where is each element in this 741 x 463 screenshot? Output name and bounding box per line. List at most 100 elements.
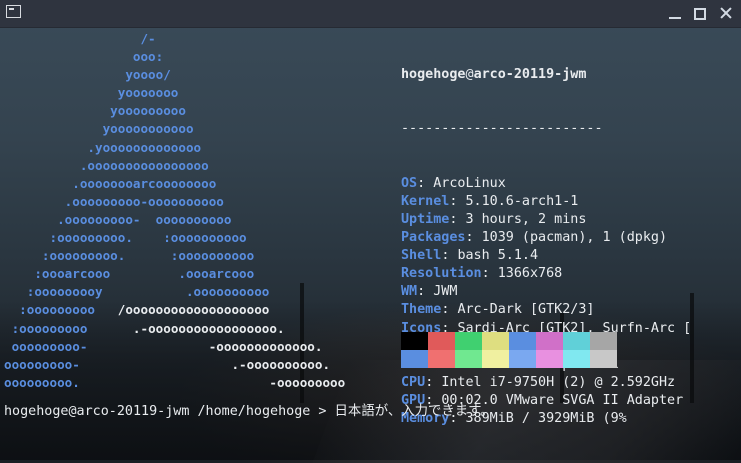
color-swatch — [509, 350, 536, 368]
info-value: 5.10.6-arch1-1 — [465, 193, 579, 209]
logo-line: ooooooooo- .-oooooooooo. — [4, 357, 330, 372]
logo-segment: -ooooooooo — [269, 374, 346, 390]
logo-line: ooooooooo- -ooooooooooooo. — [4, 338, 323, 354]
info-key: Kernel — [401, 193, 450, 209]
terminal-icon[interactable] — [6, 5, 21, 18]
title-bar[interactable] — [0, 0, 741, 28]
color-swatch — [482, 332, 509, 350]
info-row: Theme: Arc-Dark [GTK2/3] — [401, 301, 691, 319]
info-row: WM: JWM — [401, 283, 691, 301]
logo-line: ooo: — [4, 49, 163, 64]
info-row: CPU: Intel i7-9750H (2) @ 2.592GHz — [401, 374, 691, 392]
username: hogehoge — [401, 67, 466, 83]
logo-segment: .yooooooooooooo — [4, 139, 202, 155]
logo-line: .oooooooooooooooo — [4, 158, 209, 173]
logo-segment: yoooo/ — [4, 67, 171, 83]
info-colon: : — [449, 211, 466, 227]
info-colon: : — [417, 284, 434, 300]
info-value: JWM — [433, 284, 458, 300]
logo-line: yoooo/ — [4, 67, 171, 82]
info-row: Uptime: 3 hours, 2 mins — [401, 211, 691, 229]
color-swatch — [455, 350, 482, 368]
logo-segment: .-oooooooooo. — [231, 356, 331, 372]
info-value: Arc-Dark [GTK2/3] — [457, 302, 595, 318]
logo-line: .yooooooooooooo — [4, 140, 201, 155]
separator-line: ------------------------- — [401, 121, 603, 137]
info-value: Intel i7-9750H (2) @ 2.592GHz — [441, 374, 676, 390]
system-info: hogehoge@arco-20119-jwm ----------------… — [401, 30, 691, 463]
logo-line: :ooooooooo. :oooooooooo — [4, 248, 254, 263]
logo-segment: ooo: — [4, 49, 164, 65]
logo-segment: yooooooooo — [4, 103, 186, 119]
logo-line: /- — [4, 31, 156, 46]
info-row: Shell: bash 5.1.4 — [401, 247, 691, 265]
logo-segment: :ooooooooy .oooooooooo — [4, 284, 270, 300]
logo-segment: .ooooooooo- oooooooooo — [4, 211, 232, 227]
minimize-icon[interactable] — [668, 6, 682, 20]
color-swatch — [455, 332, 482, 350]
logo-line: .ooooooooo-oooooooooo — [4, 194, 224, 209]
info-key: Packages — [401, 230, 466, 246]
logo-segment: .-ooooooooooooooooo. — [132, 320, 285, 336]
color-swatch — [428, 332, 455, 350]
maximize-icon[interactable] — [694, 8, 706, 20]
logo-line: .oooooooarcoooooooo — [4, 176, 216, 191]
info-key: OS — [401, 175, 418, 191]
logo-segment: /- — [4, 31, 156, 46]
color-swatch — [482, 350, 509, 368]
info-value: 1039 (pacman), 1 (dpkg) — [481, 230, 668, 246]
info-value: bash 5.1.4 — [457, 248, 539, 264]
logo-segment: .ooooooooo-oooooooooo — [4, 193, 224, 209]
logo-segment: :oooarcooo .oooarcooo — [4, 266, 255, 282]
color-swatch — [401, 350, 428, 368]
info-colon: : — [441, 302, 458, 318]
color-swatch — [536, 332, 563, 350]
logo-segment: /ooooooooooooooooooo — [117, 302, 270, 318]
close-icon[interactable] — [719, 6, 733, 20]
logo-line: yooooooooooo — [4, 121, 194, 136]
logo-line: :oooarcooo .oooarcooo — [4, 266, 254, 281]
shell-prompt[interactable]: hogehoge@arco-20119-jwm /home/hogehoge >… — [4, 403, 494, 421]
logo-segment: .oooooooooooooooo — [4, 157, 209, 173]
info-value: ArcoLinux — [433, 175, 506, 191]
info-key: Resolution — [401, 266, 482, 282]
color-swatch — [590, 350, 617, 368]
info-row: Packages: 1039 (pacman), 1 (dpkg) — [401, 229, 691, 247]
color-swatch — [428, 350, 455, 368]
info-colon: : — [417, 175, 434, 191]
info-key: Shell — [401, 248, 442, 264]
terminal-content[interactable]: /- ooo: yoooo/ yooooooo yooooooooo yoooo… — [0, 28, 741, 463]
info-row: Resolution: 1366x768 — [401, 265, 691, 283]
logo-segment: ooooooooo. — [4, 374, 270, 390]
logo-line: :ooooooooo /ooooooooooooooooooo — [4, 302, 269, 317]
info-colon: : — [425, 374, 442, 390]
terminal-window: /- ooo: yoooo/ yooooooo yooooooooo yoooo… — [0, 0, 741, 463]
color-swatch — [401, 332, 428, 350]
info-rows: OS: ArcoLinux Kernel: 5.10.6-arch1-1 Uptim… — [401, 175, 691, 428]
logo-line: yooooooooo — [4, 103, 186, 118]
logo-line: :ooooooooy .oooooooooo — [4, 284, 270, 300]
logo-line: yooooooo — [4, 85, 179, 101]
logo-segment: yooooooo — [4, 85, 179, 101]
user-host-line: hogehoge@arco-20119-jwm — [401, 66, 691, 84]
logo-segment: .oooooooarcoooooooo — [4, 175, 217, 191]
info-row: OS: ArcoLinux — [401, 175, 691, 193]
logo-line: ooooooooo. -ooooooooo — [4, 375, 345, 390]
logo-segment: :ooooooooo. :oooooooooo — [4, 248, 255, 264]
info-colon: : — [449, 193, 466, 209]
logo-segment: ooooooooo- — [4, 338, 209, 354]
info-key: WM — [401, 284, 418, 300]
info-key: CPU — [401, 374, 426, 390]
color-swatch — [563, 350, 590, 368]
info-value: 3 hours, 2 mins — [465, 211, 587, 227]
logo-segment: :ooooooooo — [4, 320, 133, 336]
at-sign: @ — [465, 67, 474, 83]
logo-segment: -ooooooooooooo. — [208, 338, 323, 354]
logo-segment: ooooooooo- — [4, 356, 232, 372]
logo-line: :ooooooooo. :oooooooooo — [4, 230, 246, 245]
color-swatch — [509, 332, 536, 350]
info-key: Theme — [401, 302, 442, 318]
hostname: arco-20119-jwm — [473, 67, 587, 83]
color-swatch — [563, 332, 590, 350]
logo-segment: :ooooooooo — [4, 302, 118, 318]
